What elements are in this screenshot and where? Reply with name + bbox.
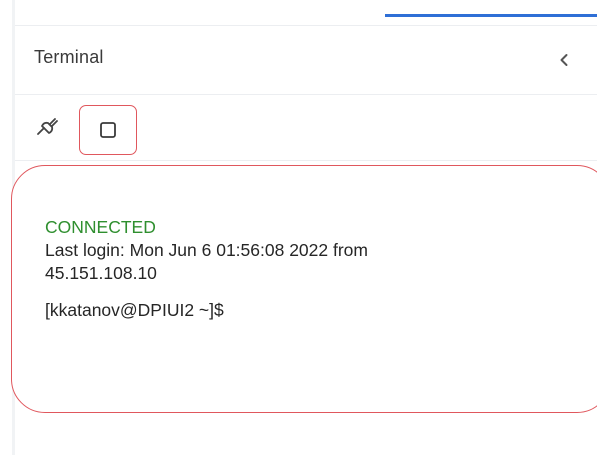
square-icon: [100, 122, 116, 138]
panel-title: Terminal: [34, 47, 104, 67]
last-login-line: Last login: Mon Jun 6 01:56:08 2022 from: [45, 240, 368, 260]
connect-button[interactable]: [30, 111, 64, 141]
collapse-panel-button[interactable]: [552, 46, 576, 74]
plug-icon: [37, 118, 58, 135]
shell-prompt[interactable]: [kkatanov@DPIUI2 ~]$: [45, 299, 545, 322]
terminal-page: Terminal CONNECTED Last login: Mon Jun 6…: [0, 0, 597, 455]
connection-status: CONNECTED: [45, 217, 156, 237]
header-divider: [15, 94, 597, 95]
active-tab-indicator: [385, 14, 597, 17]
stop-button[interactable]: [79, 105, 137, 155]
last-login-host: 45.151.108.10: [45, 263, 157, 283]
chevron-left-icon: [560, 54, 568, 66]
output-gap: [45, 285, 545, 299]
toolbar-divider: [15, 160, 597, 161]
terminal-panel-header: Terminal: [15, 26, 597, 94]
terminal-output-text: CONNECTED Last login: Mon Jun 6 01:56:08…: [45, 216, 545, 322]
